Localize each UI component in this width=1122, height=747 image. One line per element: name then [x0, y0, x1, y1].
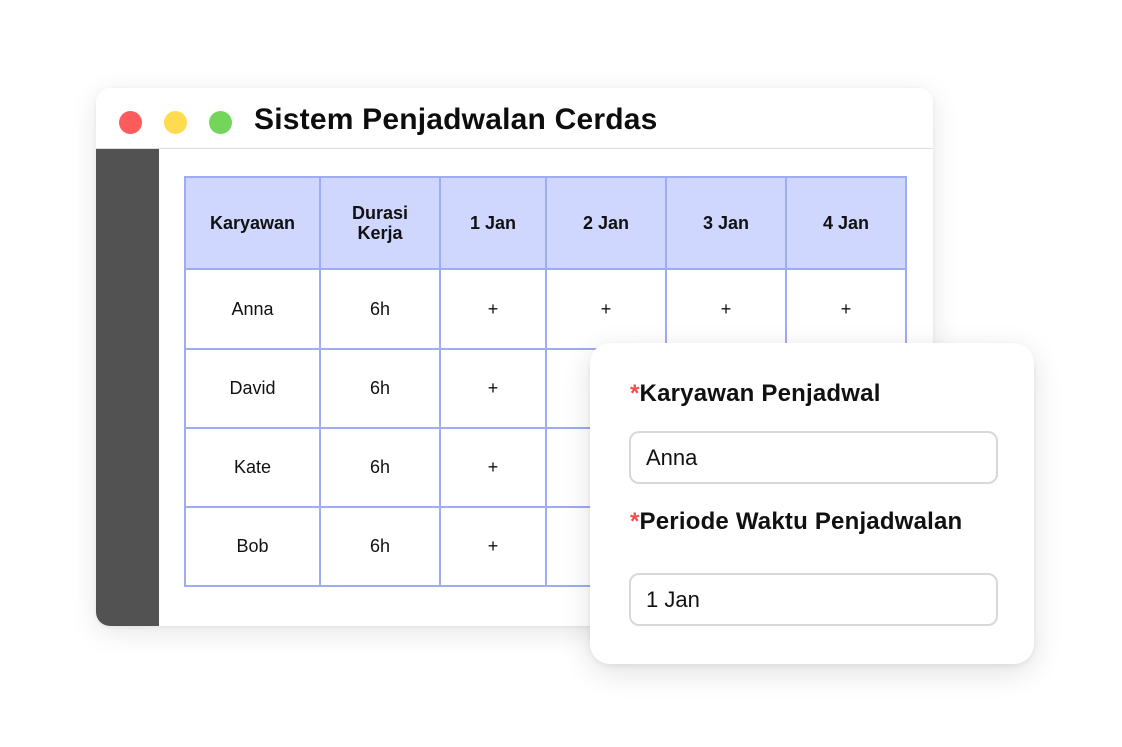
period-input[interactable]	[629, 573, 998, 626]
add-shift-button[interactable]: +	[785, 268, 907, 350]
stage: Sistem Penjadwalan Cerdas Karyawan Duras…	[0, 0, 1122, 747]
employee-field-label-text: Karyawan Penjadwal	[639, 380, 881, 407]
add-shift-button[interactable]: +	[545, 268, 667, 350]
column-header-day-2: 2 Jan	[545, 176, 667, 270]
employee-name-cell: David	[184, 348, 321, 429]
app-title: Sistem Penjadwalan Cerdas	[254, 103, 658, 136]
required-marker: *	[630, 380, 640, 407]
add-shift-button[interactable]: +	[665, 268, 787, 350]
period-field-label: *Periode Waktu Penjadwalan	[630, 508, 962, 536]
employee-input[interactable]	[629, 431, 998, 484]
employee-name-cell: Bob	[184, 506, 321, 587]
column-header-day-3: 3 Jan	[665, 176, 787, 270]
column-header-duration-line1: Durasi	[351, 203, 409, 223]
employee-name-cell: Kate	[184, 427, 321, 508]
close-window-icon[interactable]	[119, 111, 142, 134]
column-header-duration-line2: Kerja	[357, 223, 403, 243]
title-bar: Sistem Penjadwalan Cerdas	[96, 88, 933, 149]
duration-cell: 6h	[319, 427, 441, 508]
add-shift-button[interactable]: +	[439, 348, 547, 429]
employee-name-cell: Anna	[184, 268, 321, 350]
duration-cell: 6h	[319, 348, 441, 429]
column-header-day-4: 4 Jan	[785, 176, 907, 270]
duration-cell: 6h	[319, 506, 441, 587]
add-shift-button[interactable]: +	[439, 427, 547, 508]
period-field-label-text: Periode Waktu Penjadwalan	[639, 508, 963, 535]
table-row: Anna 6h + + + +	[184, 268, 907, 350]
table-header-row: Karyawan Durasi Kerja 1 Jan 2 Jan 3 Jan …	[184, 176, 907, 270]
minimize-window-icon[interactable]	[164, 111, 187, 134]
column-header-duration: Durasi Kerja	[319, 176, 441, 270]
add-shift-button[interactable]: +	[439, 506, 547, 587]
add-shift-button[interactable]: +	[439, 268, 547, 350]
column-header-employee: Karyawan	[184, 176, 321, 270]
employee-field-label: *Karyawan Penjadwal	[630, 380, 881, 408]
schedule-form-card: *Karyawan Penjadwal *Periode Waktu Penja…	[590, 343, 1034, 664]
column-header-day-1: 1 Jan	[439, 176, 547, 270]
duration-cell: 6h	[319, 268, 441, 350]
sidebar	[96, 149, 159, 626]
required-marker: *	[630, 508, 640, 535]
maximize-window-icon[interactable]	[209, 111, 232, 134]
